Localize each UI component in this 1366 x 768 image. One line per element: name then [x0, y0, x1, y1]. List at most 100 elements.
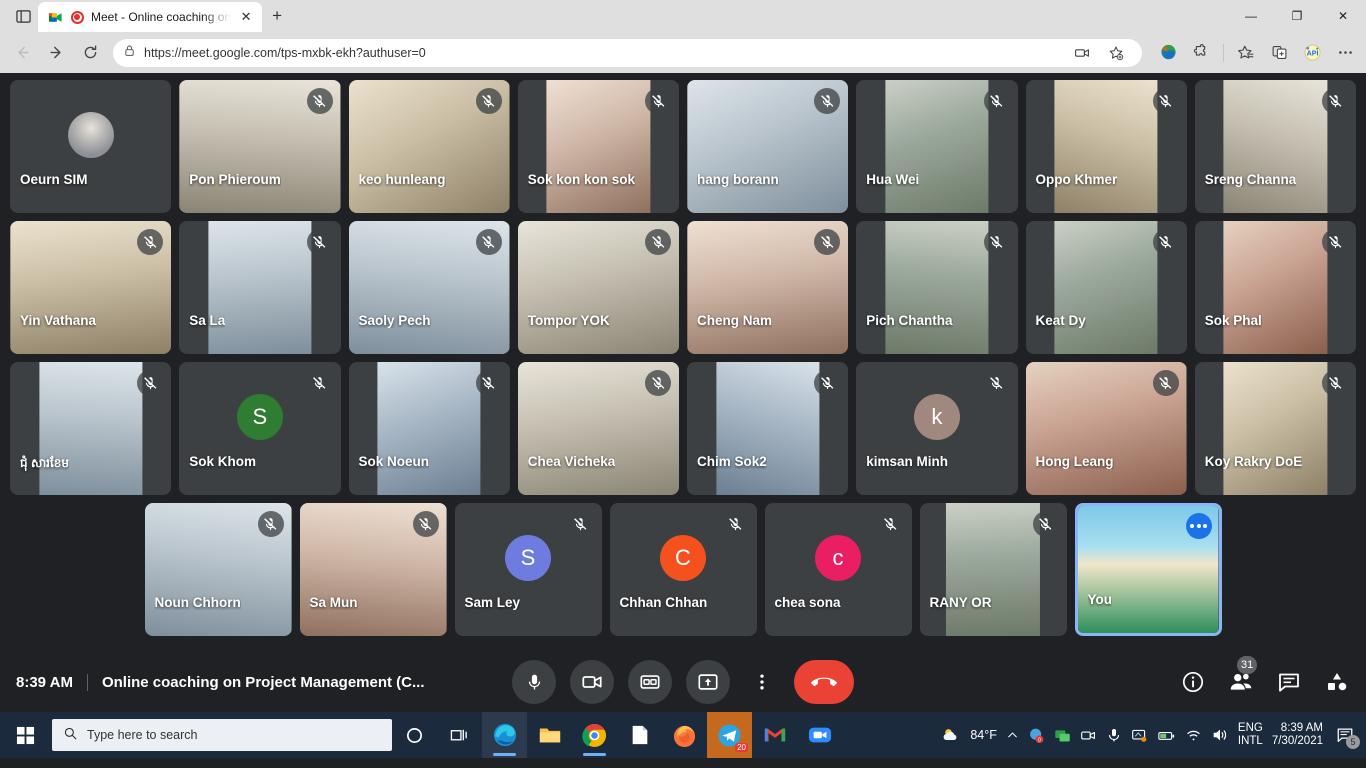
forward-icon[interactable] — [40, 37, 72, 69]
participant-tile[interactable]: Sreng Channa — [1194, 80, 1356, 213]
document-icon[interactable] — [617, 712, 662, 758]
volume-icon[interactable] — [1211, 726, 1229, 744]
task-view-icon[interactable] — [437, 712, 482, 758]
mic-muted-icon — [307, 370, 333, 396]
participant-tile[interactable]: Saoly Pech — [348, 221, 510, 354]
chevron-up-icon[interactable] — [1006, 729, 1019, 742]
clock-time: 8:39 AM — [1280, 722, 1323, 734]
participant-tile[interactable]: c chea sona — [764, 503, 912, 636]
participant-tile[interactable]: Sok kon kon sok — [517, 80, 679, 213]
network-monitor-icon[interactable] — [1054, 727, 1071, 744]
puzzle-extension-icon[interactable] — [1186, 38, 1216, 68]
weather-temperature[interactable]: 84°F — [970, 728, 997, 742]
notification-center-icon[interactable]: 5 — [1332, 720, 1360, 750]
participant-name: Yin Vathana — [20, 313, 97, 328]
collections-icon[interactable] — [1231, 38, 1261, 68]
participant-tile[interactable]: Sa Mun — [299, 503, 447, 636]
participant-tile[interactable]: Sok Phal — [1194, 221, 1356, 354]
mic-tray-icon[interactable] — [1106, 727, 1122, 743]
chrome-icon[interactable] — [572, 712, 617, 758]
new-tab-button[interactable]: + — [262, 1, 292, 31]
participant-tile[interactable]: Sok Noeun — [348, 362, 510, 495]
wifi-icon[interactable] — [1185, 727, 1202, 744]
participant-tile[interactable]: Oeurn SIM — [10, 80, 172, 213]
taskbar-search-input[interactable]: Type here to search — [52, 719, 392, 751]
reload-icon[interactable] — [74, 37, 106, 69]
edge-icon[interactable] — [482, 712, 527, 758]
participant-tile[interactable]: hang borann — [687, 80, 849, 213]
more-options-button[interactable] — [744, 660, 780, 704]
display-icon[interactable] — [1131, 727, 1148, 744]
participant-tile[interactable]: Chim Sok2 — [687, 362, 849, 495]
activities-button[interactable] — [1324, 669, 1350, 695]
participant-tile[interactable]: Yin Vathana — [10, 221, 172, 354]
camera-button[interactable] — [570, 660, 614, 704]
mic-muted-icon — [645, 229, 671, 255]
participant-tile[interactable]: k kimsan Minh — [856, 362, 1018, 495]
meeting-details-button[interactable] — [1180, 669, 1206, 695]
telegram-icon[interactable]: 20 — [707, 712, 752, 758]
window-close-button[interactable]: ✕ — [1320, 0, 1366, 32]
microphone-button[interactable] — [512, 660, 556, 704]
api-extension-icon[interactable]: API — [1297, 38, 1327, 68]
weather-icon[interactable] — [941, 725, 961, 745]
file-explorer-icon[interactable] — [527, 712, 572, 758]
language-indicator[interactable]: ENG INTL — [1238, 722, 1263, 748]
meet-secondary-controls: 31 — [1180, 656, 1350, 695]
tab-actions-icon[interactable] — [8, 1, 38, 31]
present-button[interactable] — [686, 660, 730, 704]
cortana-icon[interactable] — [392, 712, 437, 758]
participant-name: Hong Leang — [1035, 454, 1114, 469]
window-minimize-button[interactable]: — — [1228, 0, 1274, 32]
participant-tile[interactable]: S Sok Khom — [179, 362, 341, 495]
participant-tile[interactable]: RANY OR — [919, 503, 1067, 636]
gmail-icon[interactable] — [752, 712, 797, 758]
captions-button[interactable] — [628, 660, 672, 704]
firefox-icon[interactable] — [662, 712, 707, 758]
taskbar-clock[interactable]: 8:39 AM 7/30/2021 — [1272, 722, 1323, 748]
mic-muted-icon — [412, 511, 439, 537]
add-favorite-icon[interactable] — [1100, 37, 1132, 69]
chat-button[interactable] — [1276, 669, 1302, 695]
windows-start-icon[interactable] — [2, 712, 48, 758]
participants-button[interactable]: 31 — [1228, 656, 1258, 695]
participant-name: Koy Rakry DoE — [1204, 454, 1303, 469]
back-icon[interactable] — [6, 37, 38, 69]
participant-name: RANY OR — [929, 595, 992, 610]
zoom-icon[interactable] — [797, 712, 842, 758]
browser-toolbar-icons: API — [1149, 38, 1360, 68]
participant-tile[interactable]: Noun Chhorn — [144, 503, 292, 636]
participant-video-feed — [1223, 362, 1327, 495]
participant-tile[interactable]: You — [1074, 503, 1222, 636]
participant-tile[interactable]: Koy Rakry DoE — [1194, 362, 1356, 495]
participant-name: Sa La — [189, 313, 226, 328]
participant-tile[interactable]: keo hunleang — [348, 80, 510, 213]
battery-icon[interactable] — [1157, 727, 1176, 744]
participant-tile[interactable]: Cheng Nam — [687, 221, 849, 354]
address-bar[interactable]: https://meet.google.com/tps-mxbk-ekh?aut… — [113, 37, 1142, 69]
participant-name: Sok Phal — [1204, 313, 1262, 328]
settings-more-icon[interactable] — [1330, 38, 1360, 68]
split-screen-icon[interactable] — [1264, 38, 1294, 68]
participant-tile[interactable]: Keat Dy — [1025, 221, 1187, 354]
tile-more-options-icon[interactable] — [1185, 513, 1212, 539]
antivirus-icon[interactable]: 0 — [1028, 727, 1045, 744]
participant-tile[interactable]: ជុំ សារខែម — [10, 362, 172, 495]
participant-tile[interactable]: Tompor YOK — [517, 221, 679, 354]
globe-extension-icon[interactable] — [1153, 38, 1183, 68]
camera-tray-icon[interactable] — [1080, 727, 1097, 744]
participant-tile[interactable]: C Chhan Chhan — [609, 503, 757, 636]
participant-tile[interactable]: Sa La — [179, 221, 341, 354]
participant-tile[interactable]: Oppo Khmer — [1025, 80, 1187, 213]
tab-close-icon[interactable]: ✕ — [237, 9, 255, 25]
leave-call-button[interactable] — [794, 660, 854, 704]
participant-tile[interactable]: Pon Phieroum — [179, 80, 341, 213]
participant-tile[interactable]: Pich Chantha — [856, 221, 1018, 354]
participant-tile[interactable]: Chea Vicheka — [517, 362, 679, 495]
window-maximize-button[interactable]: ❐ — [1274, 0, 1320, 32]
participant-tile[interactable]: Hua Wei — [856, 80, 1018, 213]
participant-tile[interactable]: Hong Leang — [1025, 362, 1187, 495]
browser-tab[interactable]: Meet - Online coaching on ✕ — [38, 2, 263, 32]
media-cast-icon[interactable] — [1066, 37, 1098, 69]
participant-tile[interactable]: S Sam Ley — [454, 503, 602, 636]
